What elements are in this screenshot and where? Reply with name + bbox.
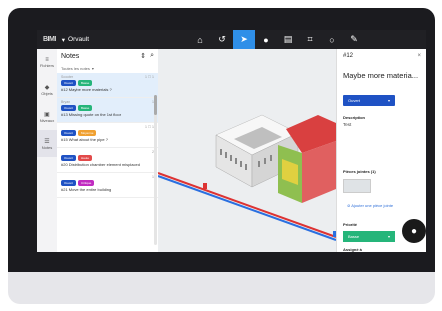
list-item[interactable]: Scooter 1 ☐ 1 Ouvert Basse #12 Maybe more… — [57, 73, 158, 98]
notes-header: Notes ⇕ ⌕ — [57, 49, 158, 63]
note-detail-title[interactable]: Maybe more materia... — [343, 71, 418, 80]
status-badge: Ouvert — [61, 105, 77, 111]
priority-label: Priorité — [343, 222, 358, 227]
attachments-label: Pièces jointes (1) — [343, 169, 376, 174]
pin-icon[interactable]: ● — [255, 30, 277, 49]
notes-actions: ⇕ ⌕ — [140, 52, 154, 60]
home-icon[interactable]: ⌂ — [189, 30, 211, 49]
rail-label: Objets — [41, 90, 53, 96]
note-tags: Ouvert Moyenne — [61, 130, 154, 136]
top-bar: BIMI ▾ Orvault ⌂ ↺ ➤ ● ▤ ⌗ ○ ✎ — [37, 30, 426, 49]
note-meta: 2 — [61, 150, 154, 154]
assigned-label: Assigné à — [343, 247, 362, 252]
measure-icon[interactable]: ✎ — [343, 30, 365, 49]
list-item[interactable]: 1 ☐ 1 Ouvert Moyenne #15 What about the … — [57, 123, 158, 148]
sort-icon[interactable]: ⇕ — [140, 52, 146, 60]
priority-value: Basse — [348, 234, 360, 239]
layers-icon[interactable]: ▤ — [277, 30, 299, 49]
search-icon[interactable]: ⌕ — [150, 52, 154, 60]
note-tags: Ouvert Basse — [61, 80, 154, 86]
brand-logo[interactable]: BIMI — [43, 36, 56, 43]
levels-icon: ▣ — [44, 111, 50, 118]
chevron-down-icon: ▾ — [91, 65, 94, 71]
notes-scrollbar[interactable] — [154, 95, 157, 245]
model-canvas[interactable] — [158, 49, 336, 252]
note-title: #12 Maybe more materials ? — [61, 87, 112, 92]
note-title: #21 Move the entire building — [61, 187, 112, 192]
screen: BIMI ▾ Orvault ⌂ ↺ ➤ ● ▤ ⌗ ○ ✎ ≡ Fichier… — [37, 30, 426, 252]
status-badge: Ouvert — [61, 130, 77, 136]
project-selector[interactable]: ▾ Orvault — [62, 36, 89, 44]
status-badge: Ouvert — [61, 80, 77, 86]
rail-item-niveaux[interactable]: ▣ Niveaux — [37, 103, 57, 130]
notes-filter[interactable]: Toutes les notes ▾ — [57, 63, 158, 73]
rail-label: Niveaux — [39, 117, 55, 123]
priority-badge: Critique — [78, 180, 95, 186]
status-dropdown[interactable]: Ouvert ▾ — [343, 95, 395, 106]
list-item[interactable]: 1 Ouvert Critique #21 Move the entire bu… — [57, 173, 158, 198]
note-tags: Ouvert Haute — [61, 155, 154, 161]
note-counts: 1 ☐ 1 — [145, 75, 154, 79]
chevron-down-icon: ▾ — [387, 98, 390, 103]
priority-badge: Basse — [78, 105, 93, 111]
left-rail: ≡ Fichiers ◆ Objets ▣ Niveaux ☰ Notes — [37, 49, 58, 252]
objects-icon: ◆ — [44, 84, 50, 91]
rail-label: Fichiers — [39, 63, 54, 68]
notes-icon: ☰ — [44, 138, 50, 145]
description-label: Description — [343, 115, 366, 120]
pipe-joint — [203, 183, 207, 189]
note-title: #15 What about the pipe ? — [61, 137, 108, 142]
note-author: Scooter — [61, 75, 74, 79]
notes-title: Notes — [61, 52, 80, 60]
chat-button[interactable]: ● — [402, 219, 426, 243]
list-item[interactable]: 2 Ouvert Haute #20 Distribution chamber … — [57, 148, 158, 173]
note-meta: Scooter 1 ☐ 1 — [61, 75, 154, 79]
status-badge: Ouvert — [61, 180, 77, 186]
close-icon[interactable]: × — [417, 53, 421, 59]
note-title: #20 Distribution chamber element misplac… — [61, 162, 140, 167]
rail-item-notes[interactable]: ☰ Notes — [37, 130, 57, 157]
note-author: Bryan — [61, 100, 71, 104]
rail-label: Notes — [41, 144, 53, 150]
notes-panel: Notes ⇕ ⌕ Toutes les notes ▾ Scooter 1 ☐ … — [57, 49, 159, 252]
status-badge: Ouvert — [61, 155, 77, 161]
3d-viewer[interactable] — [158, 49, 336, 252]
note-meta: 1 ☐ 1 — [61, 125, 154, 129]
pointer-icon[interactable]: ➤ — [233, 30, 255, 49]
note-title: #13 Missing quote on the 1st floor — [61, 112, 122, 117]
add-attachment-label: Ajouter une pièce jointe — [351, 203, 394, 208]
rail-item-objets[interactable]: ◆ Objets — [37, 76, 57, 103]
list-item[interactable]: Bryan1 Ouvert Basse #13 Missing quote on… — [57, 98, 158, 123]
note-counts: 1 ☐ 1 — [145, 125, 154, 129]
priority-badge: Haute — [78, 155, 93, 161]
chevron-down-icon: ▾ — [61, 36, 66, 44]
note-id: #12 — [343, 53, 354, 59]
note-tags: Ouvert Critique — [61, 180, 154, 186]
note-meta: Bryan1 — [61, 100, 154, 104]
priority-badge: Basse — [78, 80, 93, 86]
filter-label: Toutes les notes — [61, 65, 90, 71]
priority-badge: Moyenne — [78, 130, 97, 136]
priority-dropdown[interactable]: Basse ▾ — [343, 231, 395, 242]
status-label: Ouvert — [348, 98, 361, 103]
comment-icon[interactable]: ○ — [321, 30, 343, 49]
attachment-thumbnail[interactable] — [343, 179, 371, 193]
app-window: BIMI ▾ Orvault ⌂ ↺ ➤ ● ▤ ⌗ ○ ✎ ≡ Fichier… — [8, 8, 435, 272]
chat-icon: ● — [410, 225, 418, 237]
crop-icon[interactable]: ⌗ — [299, 30, 321, 49]
add-attachment-link[interactable]: ⊘ Ajouter une pièce jointe — [347, 203, 393, 208]
scroll-thumb[interactable] — [154, 95, 157, 115]
toolbar: ⌂ ↺ ➤ ● ▤ ⌗ ○ ✎ — [189, 30, 365, 49]
project-name: Orvault — [68, 36, 89, 43]
description-field[interactable]: Test — [343, 122, 351, 127]
chevron-down-icon: ▾ — [387, 234, 390, 239]
paperclip-icon: ⊘ — [347, 203, 351, 208]
rail-item-fichiers[interactable]: ≡ Fichiers — [37, 49, 57, 76]
undo-icon[interactable]: ↺ — [211, 30, 233, 49]
note-meta: 1 — [61, 175, 154, 179]
note-tags: Ouvert Basse — [61, 105, 154, 111]
